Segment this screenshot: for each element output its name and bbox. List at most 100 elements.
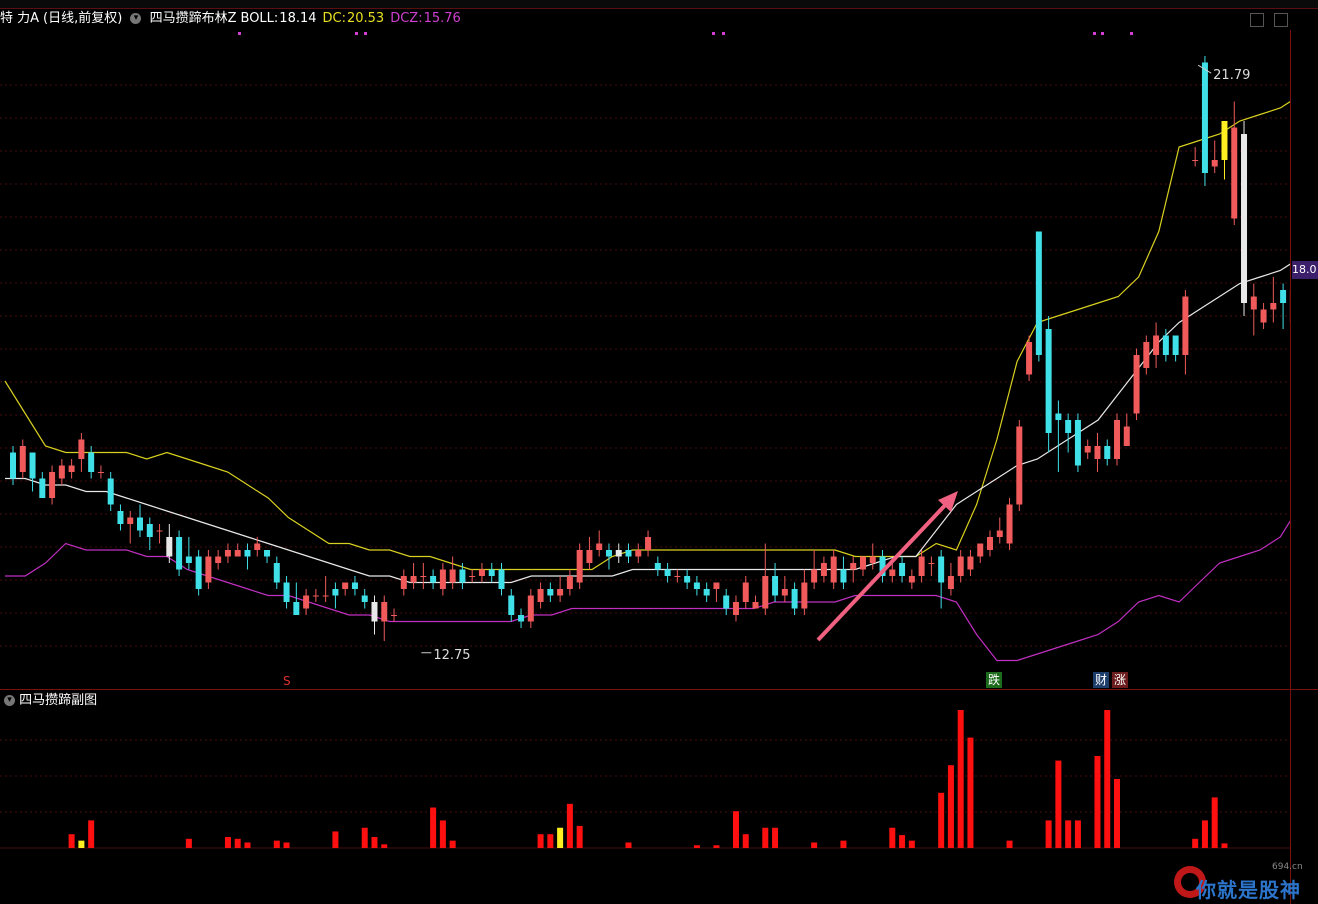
candle-body bbox=[224, 550, 231, 557]
band-line-upper bbox=[4, 101, 1290, 571]
candle-body bbox=[547, 589, 554, 596]
candle-body bbox=[391, 615, 398, 616]
candle-body bbox=[1231, 127, 1238, 219]
candle-body bbox=[576, 550, 583, 583]
candle-body bbox=[1123, 426, 1130, 446]
maximize-icon[interactable] bbox=[1250, 13, 1264, 27]
indicator-name[interactable]: 四马攒蹄布林Z bbox=[150, 11, 237, 26]
candle-body bbox=[29, 452, 36, 479]
sub-bar bbox=[713, 845, 720, 848]
sub-bar bbox=[625, 842, 632, 848]
sub-bar bbox=[381, 844, 388, 848]
candle-body bbox=[752, 602, 759, 609]
candle-body bbox=[10, 452, 16, 479]
sub-bar bbox=[772, 827, 779, 848]
candle-body bbox=[967, 556, 974, 570]
candle-body bbox=[801, 582, 808, 609]
indicator-dropdown-icon[interactable]: ▾ bbox=[130, 13, 142, 24]
dcz-label: DCZ: bbox=[390, 11, 423, 26]
candle-body bbox=[176, 537, 183, 570]
candle-body bbox=[947, 576, 954, 589]
candle-body bbox=[1211, 160, 1218, 167]
candle-body bbox=[430, 576, 437, 583]
stock-name[interactable]: 特 力A bbox=[0, 11, 39, 26]
sub-bar bbox=[78, 840, 85, 848]
watermark-text: 你就是股神 bbox=[1196, 878, 1301, 902]
candle-body bbox=[527, 595, 534, 622]
sub-bar bbox=[1201, 820, 1208, 848]
candle-body bbox=[322, 595, 329, 597]
candle-body bbox=[781, 589, 788, 596]
sub-bar bbox=[234, 838, 241, 848]
high-label: 21.79 bbox=[1213, 68, 1250, 83]
sub-bar bbox=[537, 834, 544, 848]
candle-body bbox=[88, 452, 95, 472]
sub-bar bbox=[68, 834, 75, 848]
sub-bar bbox=[547, 834, 554, 848]
sub-bar-chart[interactable] bbox=[0, 690, 1290, 904]
candle-body bbox=[361, 595, 368, 602]
cai-tag: 财 bbox=[1093, 672, 1110, 688]
sub-bar bbox=[693, 845, 700, 848]
candle-body bbox=[772, 576, 779, 596]
candle-body bbox=[996, 530, 1003, 537]
settings-icon[interactable] bbox=[1274, 13, 1288, 27]
sub-bar bbox=[1104, 710, 1111, 848]
candle-body bbox=[703, 589, 710, 596]
candle-body bbox=[586, 550, 593, 563]
sub-bar bbox=[762, 827, 769, 848]
candle-body bbox=[732, 602, 739, 615]
candle-body bbox=[840, 569, 847, 583]
price-axis bbox=[1290, 30, 1318, 690]
sub-bar bbox=[1045, 820, 1052, 848]
sub-bar bbox=[742, 834, 749, 848]
candle-body bbox=[1172, 335, 1179, 355]
watermark-site: 694.cn bbox=[1272, 862, 1303, 872]
candle-body bbox=[850, 563, 857, 570]
candle-body bbox=[166, 537, 173, 557]
signal-dot bbox=[1130, 32, 1133, 35]
candle-body bbox=[1055, 413, 1062, 420]
sub-bar bbox=[566, 803, 573, 848]
candle-body bbox=[381, 602, 388, 622]
main-price-chart[interactable]: 21.79 12.75 bbox=[0, 30, 1290, 690]
candle-body bbox=[469, 576, 476, 577]
candle-body bbox=[498, 569, 505, 589]
sub-bar bbox=[889, 827, 896, 848]
sub-bar bbox=[371, 836, 378, 848]
sub-bar bbox=[449, 840, 456, 848]
low-label: 12.75 bbox=[433, 648, 470, 663]
candle-body bbox=[869, 556, 876, 563]
candle-body bbox=[908, 576, 915, 583]
sub-bar bbox=[1074, 820, 1081, 848]
period-label[interactable]: (日线,前复权) bbox=[43, 11, 122, 26]
sub-bar bbox=[244, 842, 251, 848]
sub-bar bbox=[908, 840, 915, 848]
band-line-lower bbox=[5, 520, 1290, 662]
sub-bar bbox=[967, 737, 974, 848]
candle-body bbox=[420, 576, 427, 577]
candle-body bbox=[254, 543, 261, 550]
candle-body bbox=[293, 602, 300, 615]
candle-body bbox=[156, 530, 163, 532]
candle-body bbox=[859, 556, 866, 570]
candle-body bbox=[987, 537, 993, 550]
candle-body bbox=[1094, 446, 1101, 459]
sub-bar bbox=[732, 811, 739, 848]
candle-body bbox=[664, 569, 671, 576]
candle-body bbox=[439, 569, 446, 589]
sub-bar bbox=[88, 820, 95, 848]
candle-body bbox=[332, 589, 339, 596]
sub-bar bbox=[332, 831, 339, 848]
sub-bar bbox=[1114, 779, 1121, 848]
candle-body bbox=[351, 582, 358, 589]
candle-body bbox=[977, 543, 984, 557]
sub-bar bbox=[1006, 840, 1013, 848]
sub-bar bbox=[557, 827, 564, 848]
candle-body bbox=[830, 556, 837, 583]
candle-body bbox=[684, 576, 691, 583]
candle-body bbox=[693, 582, 700, 589]
candle-body bbox=[371, 602, 378, 622]
sub-bar bbox=[185, 838, 192, 848]
candle-body bbox=[244, 550, 251, 557]
